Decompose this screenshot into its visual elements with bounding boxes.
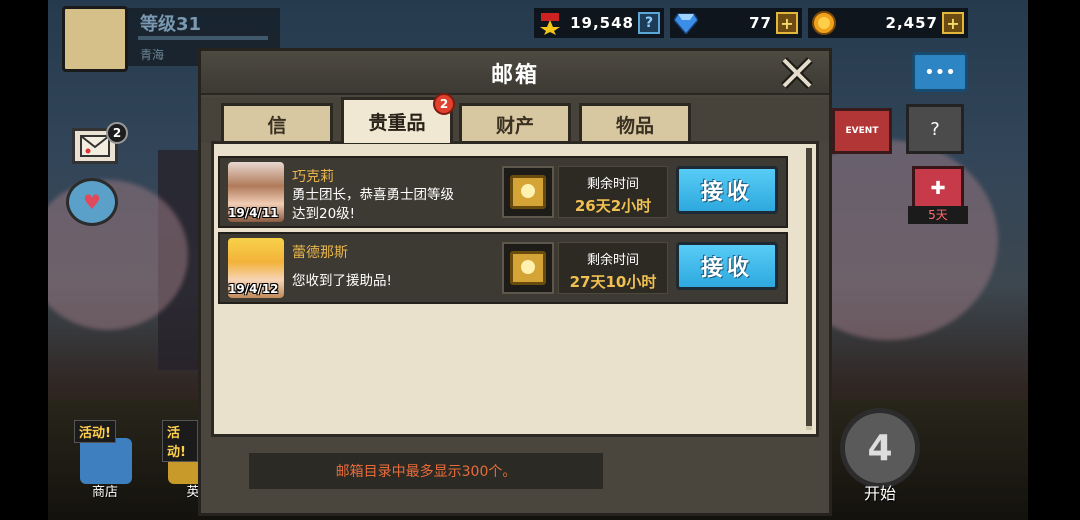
mail-date: 19/4/12: [228, 282, 279, 296]
reward-item-box[interactable]: [502, 242, 554, 294]
close-button[interactable]: [779, 55, 815, 91]
event-button[interactable]: EVENT: [832, 108, 892, 154]
shop-side-button[interactable]: ?: [906, 104, 964, 154]
tab-bar: 信 贵重品 2 财产 物品: [201, 93, 829, 143]
gold-counter: 2,457 +: [808, 8, 968, 38]
chat-button[interactable]: •••: [912, 52, 968, 92]
server-name: 青海: [140, 48, 165, 62]
scrollbar[interactable]: [806, 148, 812, 426]
start-button[interactable]: 4 开始: [830, 400, 930, 510]
time-remaining-label: 剩余时间: [586, 177, 639, 192]
level-label: 等级31: [140, 14, 202, 35]
shop-activity-button[interactable]: 活动! 商店: [74, 420, 136, 500]
tab-letters[interactable]: 信: [221, 103, 333, 143]
time-remaining-label: 剩余时间: [586, 253, 639, 268]
mail-message: 您收到了援助品!: [292, 273, 392, 289]
medal-counter: 19,548 ?: [534, 8, 664, 38]
ticket-icon: [510, 251, 546, 285]
close-icon: [781, 57, 813, 89]
help-icon[interactable]: ?: [638, 12, 660, 34]
start-label: 开始: [863, 484, 896, 503]
diamond-icon: [672, 9, 700, 37]
gift-days-label: 5天: [908, 206, 968, 224]
friend-button[interactable]: ♥: [66, 178, 118, 226]
mail-sender: 巧克莉: [292, 169, 334, 185]
ticket-icon: [510, 175, 546, 209]
gift-icon: ✚: [930, 177, 946, 199]
heart-icon: ♥: [83, 190, 101, 214]
dialog-title: 邮箱: [490, 63, 539, 88]
shop-chest-icon: [80, 438, 132, 484]
chat-icon: •••: [924, 61, 956, 83]
activity-tag: 活动!: [74, 420, 116, 443]
dialog-header: 邮箱: [201, 51, 829, 95]
player-avatar[interactable]: [62, 6, 128, 72]
mail-list[interactable]: 19/4/11 巧克莉 勇士团长，恭喜勇士团等级 达到20级! 剩余时间 26天…: [211, 141, 819, 437]
mail-item[interactable]: 19/4/12 蕾德那斯 您收到了援助品! 剩余时间 27天10小时 接收: [218, 232, 788, 304]
tab-items[interactable]: 物品: [579, 103, 691, 143]
reward-item-box[interactable]: [502, 166, 554, 218]
time-remaining-value: 26天2小时: [574, 197, 652, 215]
shop-label: 商店: [91, 485, 118, 500]
exp-bar: [138, 36, 268, 40]
diamond-counter: 77 +: [670, 8, 802, 38]
add-diamond-button[interactable]: +: [776, 12, 798, 34]
mailbox-dialog: 邮箱 信 贵重品 2 财产 物品 19/4/11 巧克莉 勇士团长，恭喜勇士团等…: [198, 48, 832, 516]
mailbox-limit-note: 邮箱目录中最多显示300个。: [249, 453, 603, 489]
time-remaining-value: 27天10小时: [569, 273, 657, 291]
receive-button[interactable]: 接收: [676, 242, 778, 290]
valuables-count-badge: 2: [433, 93, 455, 115]
hero-activity-button[interactable]: 活动! 英: [162, 420, 198, 500]
gear-icon: 4: [840, 408, 920, 488]
activity-tag: 活动!: [162, 420, 198, 462]
tab-assets[interactable]: 财产: [459, 103, 571, 143]
gold-coin-icon: [810, 9, 838, 37]
gift-button[interactable]: ✚: [912, 166, 964, 210]
mail-item[interactable]: 19/4/11 巧克莉 勇士团长，恭喜勇士团等级 达到20级! 剩余时间 26天…: [218, 156, 788, 228]
mail-date: 19/4/11: [228, 206, 279, 220]
add-gold-button[interactable]: +: [942, 12, 964, 34]
event-icon: EVENT: [845, 126, 879, 136]
medal-icon: [536, 9, 564, 37]
time-remaining-box: 剩余时间 27天10小时: [558, 242, 668, 294]
mail-message: 勇士团长，恭喜勇士团等级 达到20级!: [292, 187, 454, 222]
mail-sender: 蕾德那斯: [292, 245, 348, 261]
time-remaining-box: 剩余时间 26天2小时: [558, 166, 668, 218]
receive-button[interactable]: 接收: [676, 166, 778, 214]
hero-label: 英: [186, 485, 198, 500]
mail-count-badge: 2: [106, 122, 128, 144]
envelope-icon: [80, 135, 110, 157]
shop-icon: ?: [930, 118, 940, 140]
